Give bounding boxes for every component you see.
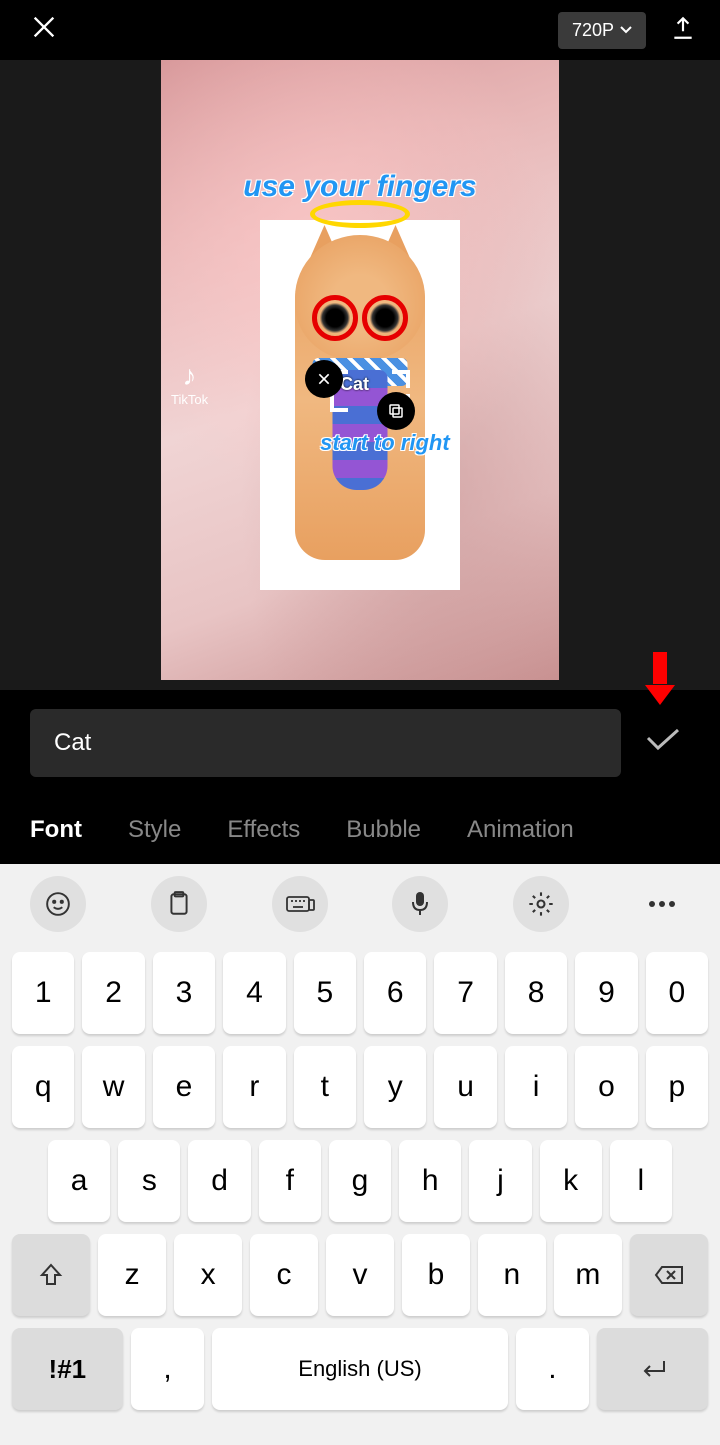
keyboard-settings-button[interactable] xyxy=(513,876,569,932)
clipboard-button[interactable] xyxy=(151,876,207,932)
key-enter[interactable] xyxy=(597,1328,708,1410)
copy-text-button[interactable] xyxy=(377,392,415,430)
keyboard-more-button[interactable] xyxy=(634,876,690,932)
text-input-row xyxy=(0,705,720,780)
tab-style[interactable]: Style xyxy=(128,816,181,844)
key-o[interactable]: o xyxy=(575,1046,637,1128)
key-h[interactable]: h xyxy=(399,1140,461,1222)
key-e[interactable]: e xyxy=(153,1046,215,1128)
key-6[interactable]: 6 xyxy=(364,952,426,1034)
key-y[interactable]: y xyxy=(364,1046,426,1128)
key-0[interactable]: 0 xyxy=(646,952,708,1034)
key-s[interactable]: s xyxy=(118,1140,180,1222)
resolution-label: 720P xyxy=(572,20,614,41)
preview-text-top: use your fingers xyxy=(243,170,476,204)
text-overlay-content: Cat xyxy=(340,374,369,395)
keyboard-type-button[interactable] xyxy=(272,876,328,932)
key-p[interactable]: p xyxy=(646,1046,708,1128)
preview-text-bottom: start to right xyxy=(320,430,450,456)
key-9[interactable]: 9 xyxy=(575,952,637,1034)
keyboard-row-space: !#1 , English (US) . xyxy=(12,1328,708,1410)
key-4[interactable]: 4 xyxy=(223,952,285,1034)
remove-text-button[interactable] xyxy=(305,360,343,398)
glasses-icon xyxy=(312,295,408,341)
key-backspace[interactable] xyxy=(630,1234,708,1316)
key-q[interactable]: q xyxy=(12,1046,74,1128)
onscreen-keyboard: 1 2 3 4 5 6 7 8 9 0 q w e r t y u i o p … xyxy=(0,864,720,1445)
text-style-tabs: Font Style Effects Bubble Animation xyxy=(0,800,720,860)
chevron-down-icon xyxy=(620,26,632,34)
key-u[interactable]: u xyxy=(434,1046,496,1128)
cat-head xyxy=(295,235,425,360)
key-7[interactable]: 7 xyxy=(434,952,496,1034)
key-d[interactable]: d xyxy=(188,1140,250,1222)
keyboard-row-mid: a s d f g h j k l xyxy=(12,1140,708,1222)
keyboard-row-top: q w e r t y u i o p xyxy=(12,1046,708,1128)
keyboard-row-numbers: 1 2 3 4 5 6 7 8 9 0 xyxy=(12,952,708,1034)
key-k[interactable]: k xyxy=(540,1140,602,1222)
video-preview-area: use your fingers start to right ♪ TikTok xyxy=(0,60,720,690)
tab-effects[interactable]: Effects xyxy=(227,816,300,844)
tiktok-logo-icon: ♪ xyxy=(171,360,208,392)
key-dot[interactable]: . xyxy=(516,1328,590,1410)
emoji-button[interactable] xyxy=(30,876,86,932)
close-button[interactable] xyxy=(20,8,68,53)
key-x[interactable]: x xyxy=(174,1234,242,1316)
key-shift[interactable] xyxy=(12,1234,90,1316)
key-8[interactable]: 8 xyxy=(505,952,567,1034)
key-i[interactable]: i xyxy=(505,1046,567,1128)
key-v[interactable]: v xyxy=(326,1234,394,1316)
key-a[interactable]: a xyxy=(48,1140,110,1222)
key-r[interactable]: r xyxy=(223,1046,285,1128)
voice-input-button[interactable] xyxy=(392,876,448,932)
tab-animation[interactable]: Animation xyxy=(467,816,574,844)
text-input[interactable] xyxy=(30,709,621,777)
key-1[interactable]: 1 xyxy=(12,952,74,1034)
text-overlay-editor[interactable]: Cat xyxy=(315,360,405,420)
key-3[interactable]: 3 xyxy=(153,952,215,1034)
key-c[interactable]: c xyxy=(250,1234,318,1316)
key-space[interactable]: English (US) xyxy=(212,1328,507,1410)
tab-font[interactable]: Font xyxy=(30,816,82,844)
key-m[interactable]: m xyxy=(554,1234,622,1316)
keyboard-row-bot: z x c v b n m xyxy=(12,1234,708,1316)
halo-icon xyxy=(310,200,410,228)
red-arrow-annotation xyxy=(635,650,685,710)
key-f[interactable]: f xyxy=(259,1140,321,1222)
tiktok-watermark: ♪ TikTok xyxy=(171,360,208,407)
keyboard-toolbar xyxy=(0,864,720,944)
confirm-text-button[interactable] xyxy=(636,718,690,767)
key-z[interactable]: z xyxy=(98,1234,166,1316)
video-preview[interactable]: use your fingers start to right ♪ TikTok xyxy=(161,60,559,680)
key-2[interactable]: 2 xyxy=(82,952,144,1034)
watermark-text: TikTok xyxy=(171,392,208,407)
key-comma[interactable]: , xyxy=(131,1328,205,1410)
tab-bubble[interactable]: Bubble xyxy=(346,816,421,844)
key-j[interactable]: j xyxy=(469,1140,531,1222)
top-bar: 720P xyxy=(0,0,720,60)
export-button[interactable] xyxy=(666,11,700,50)
key-g[interactable]: g xyxy=(329,1140,391,1222)
key-t[interactable]: t xyxy=(294,1046,356,1128)
key-w[interactable]: w xyxy=(82,1046,144,1128)
key-symbols[interactable]: !#1 xyxy=(12,1328,123,1410)
keyboard-keys: 1 2 3 4 5 6 7 8 9 0 q w e r t y u i o p … xyxy=(0,944,720,1445)
key-5[interactable]: 5 xyxy=(294,952,356,1034)
key-b[interactable]: b xyxy=(402,1234,470,1316)
key-l[interactable]: l xyxy=(610,1140,672,1222)
key-n[interactable]: n xyxy=(478,1234,546,1316)
resolution-selector[interactable]: 720P xyxy=(558,12,646,49)
